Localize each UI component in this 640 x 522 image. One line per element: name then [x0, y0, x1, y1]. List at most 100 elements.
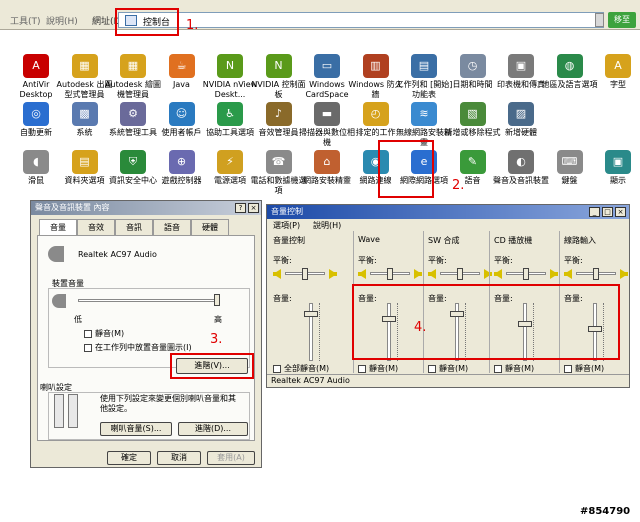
- step-1-label: 1.: [186, 18, 199, 33]
- speaker-volume-icon: [52, 294, 66, 308]
- step-2-label: 2.: [452, 178, 465, 193]
- speech-icon: ✎: [459, 150, 486, 174]
- speaker-icon: [48, 246, 64, 262]
- help-button[interactable]: ?: [235, 203, 246, 213]
- speaker-advanced-button[interactable]: 進階(D)...: [178, 422, 248, 436]
- phone-icon: ☎: [265, 150, 292, 174]
- mute-checkbox[interactable]: 靜音(M): [428, 363, 468, 374]
- speaker-icon: ♪: [265, 102, 292, 126]
- mute-checkbox[interactable]: 靜音(M): [494, 363, 534, 374]
- java-icon: ☕: [168, 54, 195, 78]
- cardspace-icon: ▭: [314, 54, 340, 78]
- right-speaker-icon: [329, 269, 337, 279]
- menu-options[interactable]: 選項(P): [273, 220, 300, 231]
- watermark: #854790: [580, 506, 631, 517]
- tab-audio[interactable]: 音訊: [115, 219, 153, 235]
- keyboard-icon: ⌨: [556, 150, 583, 174]
- menu-help[interactable]: 說明(H): [46, 14, 78, 27]
- balance-label: 平衡:: [358, 256, 377, 265]
- wireless-icon: ≋: [411, 102, 437, 126]
- cancel-button[interactable]: 取消: [157, 451, 201, 465]
- mixer-menubar: 選項(P) 說明(H): [267, 219, 629, 231]
- minimize-button[interactable]: _: [589, 207, 600, 217]
- power-icon: ⚡: [217, 150, 243, 174]
- ok-button[interactable]: 確定: [107, 451, 151, 465]
- accessibility-icon: ♿: [217, 102, 243, 126]
- channel-name: 線路輸入: [564, 236, 596, 245]
- volume-mixer-titlebar: 音量控制: [267, 205, 629, 219]
- balance-slider[interactable]: [523, 268, 529, 280]
- tab-sounds[interactable]: 音效: [77, 219, 115, 235]
- menu-mixer-help[interactable]: 說明(H): [313, 220, 341, 231]
- balance-slider[interactable]: [593, 268, 599, 280]
- hardware-icon: ▨: [508, 102, 534, 126]
- speaker-description: 使用下列設定來變更個別喇叭音量和其他設定。: [100, 394, 236, 413]
- fonts-folder-icon: A: [605, 54, 631, 78]
- control-panel-item[interactable]: ▨ 新增硬體: [491, 102, 551, 138]
- tab-voice[interactable]: 語音: [153, 219, 191, 235]
- highlight-advanced: [170, 353, 254, 379]
- menu-tools[interactable]: 工具(T): [10, 14, 41, 27]
- low-label: 低: [74, 315, 82, 324]
- right-speaker-icon: [620, 269, 628, 279]
- left-speaker-icon: [564, 269, 572, 279]
- left-speaker-icon: [358, 269, 366, 279]
- apply-button[interactable]: 套用(A): [207, 451, 255, 465]
- sound-devices-icon: ◐: [508, 150, 534, 174]
- tab-volume[interactable]: 音量: [39, 219, 77, 235]
- users-icon: ☺: [168, 102, 195, 126]
- gamepad-icon: ⊕: [168, 150, 195, 174]
- channel-name: Wave: [358, 235, 380, 244]
- folder-icon: ▦: [71, 54, 98, 78]
- balance-label: 平衡:: [273, 256, 292, 265]
- device-name: Realtek AC97 Audio: [78, 250, 157, 259]
- balance-slider[interactable]: [302, 268, 308, 280]
- balance-label: 平衡:: [494, 256, 513, 265]
- home-network-icon: ⌂: [314, 150, 340, 174]
- mute-checkbox[interactable]: 全部靜音(M): [273, 363, 329, 374]
- tab-hardware[interactable]: 硬體: [191, 219, 229, 235]
- control-panel-item-label: 顯示: [610, 176, 626, 185]
- mixer-channel: 音量控制 平衡: 音量: 全部靜音(M): [269, 231, 353, 373]
- left-speaker-icon: [428, 269, 436, 279]
- printer-icon: ▣: [508, 54, 534, 78]
- folder-icon: ▦: [120, 54, 146, 78]
- left-speaker-icon: [494, 269, 502, 279]
- highlight-mixer-sliders: [352, 284, 620, 360]
- device-volume-slider[interactable]: [214, 294, 220, 306]
- security-shield-icon: ⛨: [120, 150, 146, 174]
- maximize-button[interactable]: □: [602, 207, 613, 217]
- control-panel-item-label: 字型: [610, 80, 626, 89]
- balance-slider[interactable]: [457, 268, 463, 280]
- right-speaker-icon: [414, 269, 422, 279]
- volume-slider[interactable]: [304, 310, 318, 317]
- balance-slider[interactable]: [387, 268, 393, 280]
- close-button[interactable]: ×: [248, 203, 259, 213]
- scanner-icon: ▬: [314, 102, 340, 126]
- volume-tab-pane: Realtek AC97 Audio 裝置音量 低 高 靜音(M) 在工作列中放…: [37, 235, 255, 441]
- mute-checkbox[interactable]: 靜音(M): [358, 363, 398, 374]
- system-icon: ▩: [71, 102, 98, 126]
- speaker-volume-button[interactable]: 喇叭音量(S)...: [100, 422, 172, 436]
- address-dropdown-button[interactable]: [595, 13, 604, 27]
- go-button[interactable]: 移至: [608, 12, 636, 28]
- dialog-title: 聲音及音訊裝置 內容: [35, 203, 110, 212]
- mixer-title: 音量控制: [271, 207, 303, 216]
- display-icon: ▣: [605, 150, 631, 174]
- admin-tools-icon: ⚙: [120, 102, 146, 126]
- control-panel-item[interactable]: ▣ 顯示: [588, 150, 640, 186]
- mute-checkbox[interactable]: 靜音(M): [84, 328, 124, 339]
- control-panel-item[interactable]: A 字型: [588, 54, 640, 90]
- clock-icon: ◷: [459, 54, 486, 78]
- firewall-icon: ▥: [362, 54, 389, 78]
- mute-checkbox[interactable]: 靜音(M): [564, 363, 604, 374]
- mixer-status-bar: Realtek AC97 Audio: [267, 374, 629, 387]
- step-3-label: 3.: [210, 332, 223, 347]
- right-speaker-icon: [550, 269, 558, 279]
- control-panel-item-label: 新增硬體: [505, 128, 537, 137]
- balance-label: 平衡:: [564, 256, 583, 265]
- left-speaker-icon: [54, 394, 64, 428]
- mixer-close-button[interactable]: ×: [615, 207, 626, 217]
- tray-icon-checkbox[interactable]: 在工作列中放置音量圖示(I): [84, 342, 192, 353]
- balance-label: 平衡:: [428, 256, 447, 265]
